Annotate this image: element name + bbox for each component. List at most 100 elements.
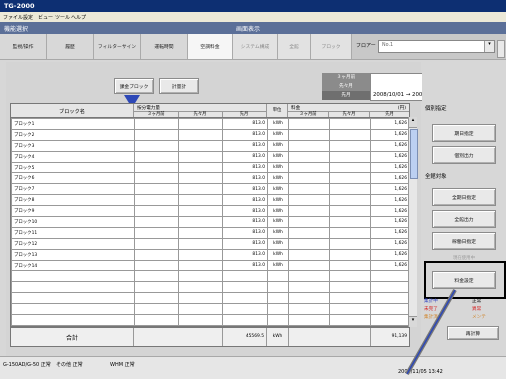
row-power-1m: 813.0 [222,172,268,185]
app-window: TG-2000 ファイル 設定 ビュー ツール ヘルプ 機能選択 画面表示 監視… [0,0,506,379]
row-power-1m: 813.0 [222,216,268,228]
status-g150: G-150AD/G-50 正常 [3,362,51,368]
table-row[interactable]: ブロック3 813.0 kWh 1,626 [11,139,409,152]
table-row[interactable]: ブロック13 813.0 kWh 1,626 [11,248,409,261]
row-power-1m: 813.0 [222,161,268,174]
row-block-name: ブロック7 [11,183,135,196]
workday-button[interactable]: 稼働日指定 [432,232,496,250]
table-row[interactable]: ブロック4 813.0 kWh 1,626 [11,150,409,163]
tab-run-time[interactable]: 運転時間 [141,34,188,59]
row-unit: kWh [267,161,289,174]
empty-cell [222,292,268,305]
row-charge-2m [329,259,371,272]
row-power-3m [134,248,179,261]
title-bar: TG-2000 [0,0,506,12]
row-power-3m [134,216,179,228]
row-unit: kWh [267,226,289,239]
empty-cell [178,281,223,294]
data-table: ブロック1 813.0 kWh 1,626 ブロック2 813.0 kWh 1,626 ブロック… [10,117,410,327]
floor-label: フロアー [356,43,376,49]
tab-ac-charge[interactable]: 空調料金 [188,34,233,59]
row-charge-2m [329,150,371,163]
block-button[interactable]: 課金ブロック [114,78,154,94]
legend-value-3: メンテ [472,315,486,320]
row-power-2m [178,237,223,250]
all-date-button[interactable]: 全期日指定 [432,188,496,206]
row-charge-3m [288,237,330,250]
row-charge-2m [329,194,371,207]
menu-settings[interactable]: 設定 [23,14,33,21]
row-power-2m [178,259,223,272]
period-2months: 先々月 [322,82,370,91]
menu-help[interactable]: ヘルプ [71,14,86,21]
row-charge-1m: 1,626 [370,139,409,152]
all-output-button[interactable]: 全館出力 [432,210,496,228]
table-row[interactable]: ブロック12 813.0 kWh 1,626 [11,237,409,250]
scroll-thumb[interactable] [410,129,418,179]
table-row[interactable]: ブロック9 813.0 kWh 1,626 [11,205,409,218]
menu-file[interactable]: ファイル [3,14,23,21]
empty-row [11,281,409,294]
table-row[interactable]: ブロック6 813.0 kWh 1,626 [11,172,409,185]
tab-block[interactable]: ブロック [311,34,352,59]
row-charge-2m [329,226,371,239]
empty-cell [134,270,179,283]
row-power-3m [134,139,179,152]
total-label: 合計 [11,328,134,346]
header-unit: 単位 [267,104,288,118]
tab-system-config[interactable]: システム構成 [233,34,278,59]
table-row[interactable]: ブロック8 813.0 kWh 1,626 [11,194,409,207]
row-unit: kWh [267,248,289,261]
function-select-label: 機能選択 [4,26,29,33]
row-charge-2m [329,205,371,218]
app-title: TG-2000 [4,2,35,10]
individual-output-button[interactable]: 個別出力 [432,146,496,164]
row-charge-2m [329,161,371,174]
date-specify-button[interactable]: 期日指定 [432,124,496,142]
table-row[interactable]: ブロック14 813.0 kWh 1,626 [11,259,409,272]
empty-cell [288,270,330,283]
tab-history[interactable]: 履歴 [47,34,94,59]
empty-cell [11,270,135,283]
row-block-name: ブロック13 [11,248,135,261]
empty-cell [178,303,223,316]
row-power-3m [134,118,179,130]
row-power-1m: 813.0 [222,248,268,261]
row-unit: kWh [267,150,289,163]
chevron-down-icon[interactable]: ▾ [484,41,494,52]
row-charge-3m [288,150,330,163]
row-power-3m [134,128,179,141]
tab-monitor[interactable]: 監視/操作 [0,34,47,59]
floor-spin[interactable] [497,40,505,58]
table-row[interactable]: ブロック10 813.0 kWh 1,626 [11,216,409,228]
row-charge-1m: 1,626 [370,150,409,163]
row-charge-3m [288,161,330,174]
row-block-name: ブロック1 [11,118,135,130]
tab-whole-building[interactable]: 全館 [278,34,311,59]
row-power-2m [178,139,223,152]
empty-cell [329,270,371,283]
total-kwh: 45569.5 [222,328,267,346]
table-row[interactable]: ブロック2 813.0 kWh 1,626 [11,128,409,141]
empty-cell [288,314,330,326]
row-charge-1m: 1,626 [370,118,409,130]
row-power-1m: 813.0 [222,237,268,250]
tab-filter-sign[interactable]: フィルターサイン [94,34,141,59]
table-row[interactable]: ブロック7 813.0 kWh 1,626 [11,183,409,196]
empty-cell [134,292,179,305]
table-row[interactable]: ブロック11 813.0 kWh 1,626 [11,226,409,239]
floor-select[interactable]: No.1 ▾ [378,40,495,53]
status-other: その他 正常 [56,362,83,368]
meter-button[interactable]: 計量計 [159,78,199,94]
menu-view[interactable]: ビュー [38,14,53,21]
row-charge-2m [329,183,371,196]
menu-tools[interactable]: ツール [55,14,70,21]
row-power-3m [134,183,179,196]
row-charge-3m [288,139,330,152]
row-charge-1m: 1,626 [370,216,409,228]
row-power-2m [178,172,223,185]
table-row[interactable]: ブロック1 813.0 kWh 1,626 [11,118,409,130]
table-row[interactable]: ブロック5 813.0 kWh 1,626 [11,161,409,174]
scroll-up-icon[interactable]: ▴ [409,117,417,128]
row-power-1m: 813.0 [222,226,268,239]
